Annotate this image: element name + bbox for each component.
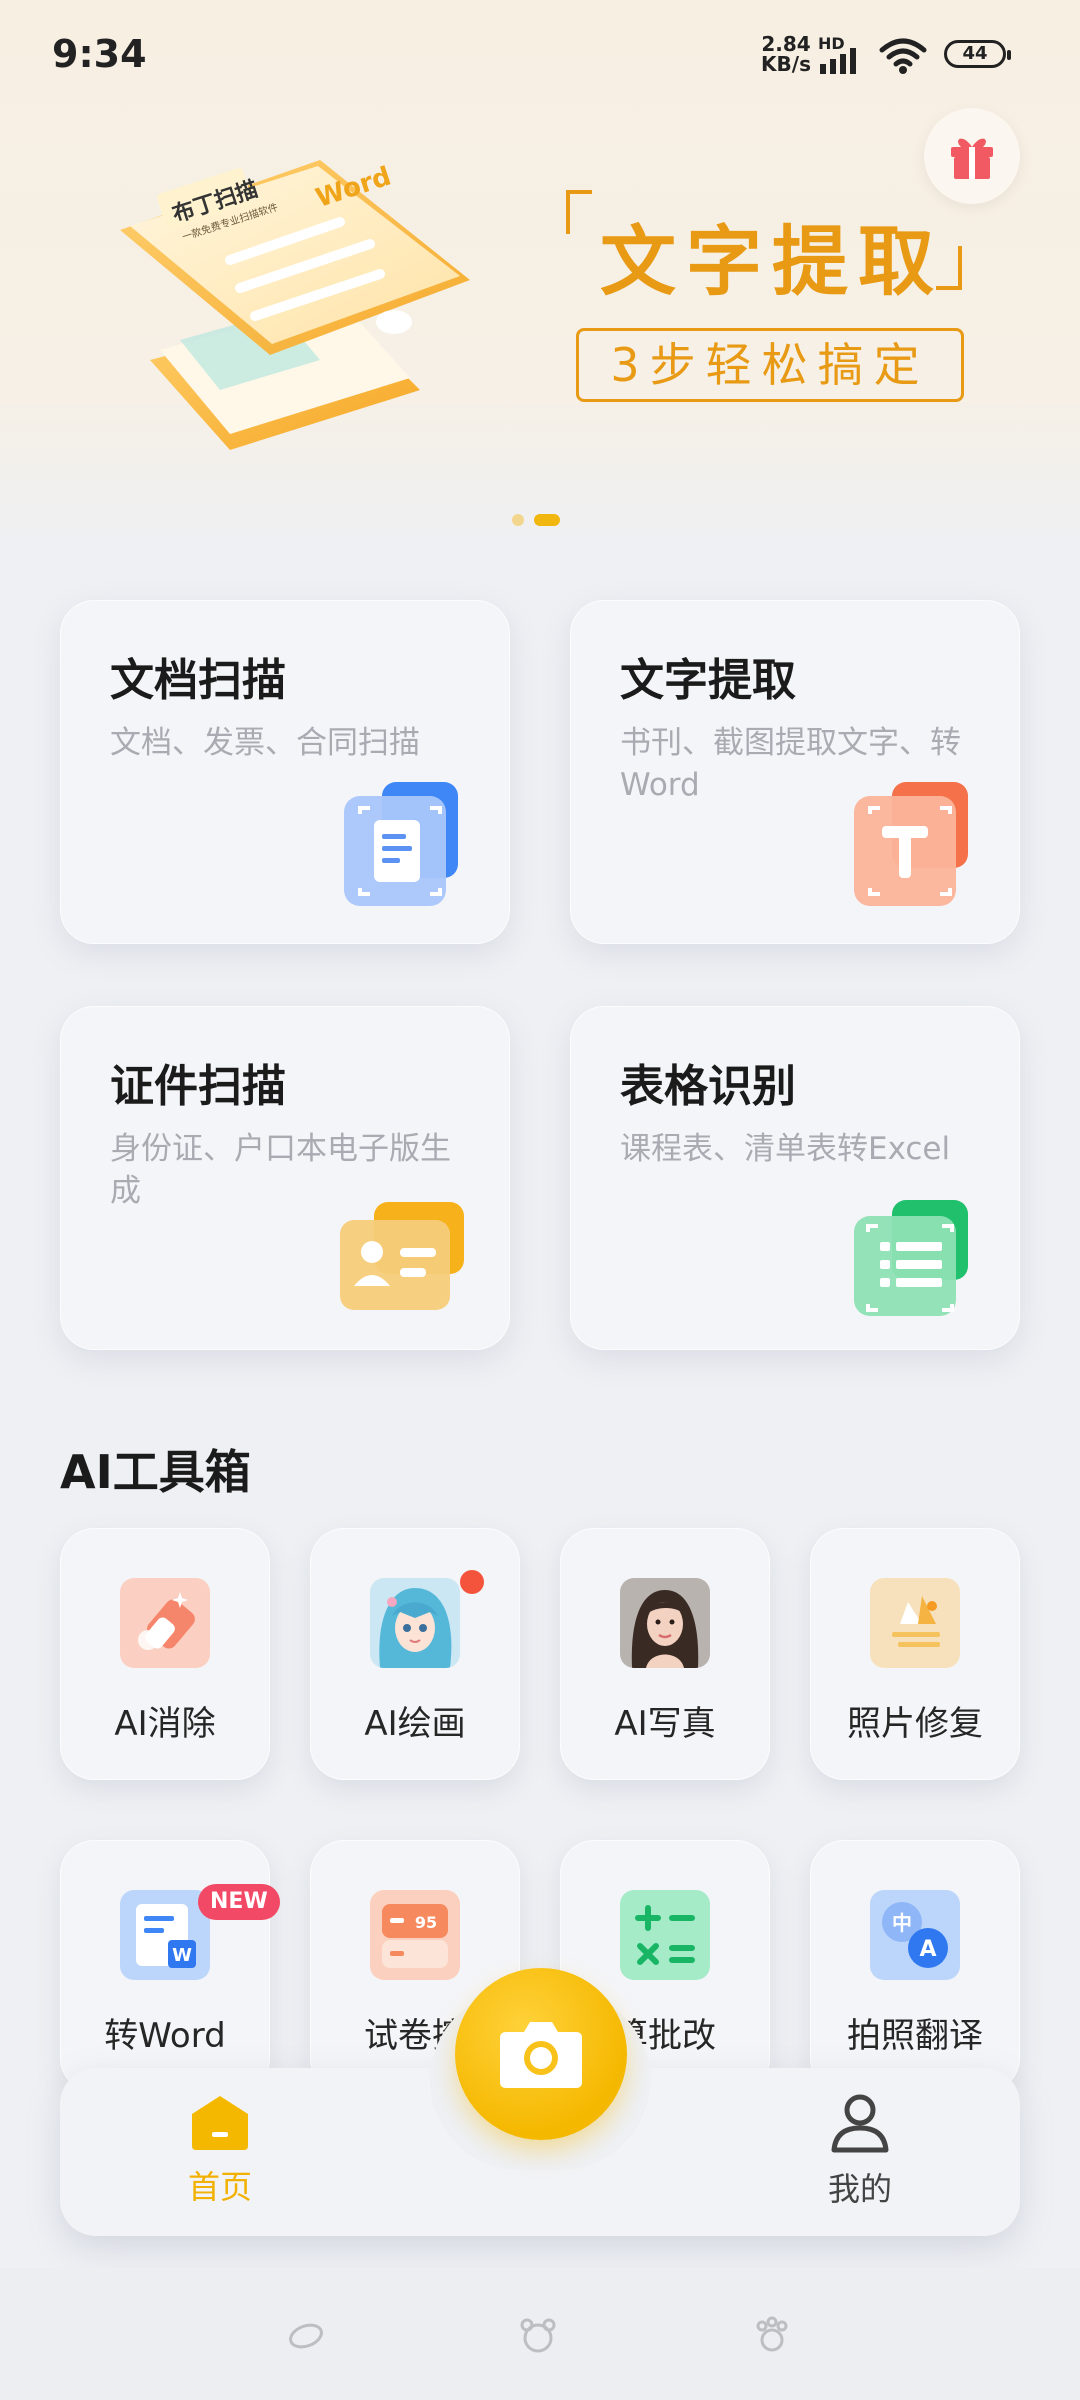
text-extract-icon [854, 782, 968, 906]
tool-label: 转Word [104, 2016, 226, 2056]
recents-gesture-icon[interactable] [752, 2316, 792, 2356]
banner-page-indicator [512, 514, 560, 526]
translate-icon: 中 A [870, 1890, 960, 1980]
back-gesture-icon[interactable] [286, 2316, 326, 2356]
title-bracket-right [936, 246, 962, 290]
nav-label-mine: 我的 [827, 2170, 892, 2208]
new-badge: NEW [198, 1884, 280, 1920]
id-card-icon [340, 1202, 464, 1310]
tool-ai-portrait[interactable]: AI写真 [560, 1528, 770, 1780]
svg-text:A: A [919, 1937, 936, 1962]
feature-card-text-extract[interactable]: 文字提取 书刊、截图提取文字、转Word [570, 600, 1020, 944]
nav-item-mine[interactable]: 我的 [780, 2092, 940, 2210]
anime-portrait-icon [370, 1578, 460, 1668]
portrait-photo-icon [620, 1578, 710, 1668]
tool-label: 照片修复 [847, 1704, 983, 1744]
card-title: 文字提取 [620, 655, 796, 706]
photo-restore-icon [870, 1578, 960, 1668]
feature-card-document-scan[interactable]: 文档扫描 文档、发票、合同扫描 [60, 600, 510, 944]
table-recognition-icon [854, 1200, 968, 1316]
gift-icon [951, 138, 993, 179]
battery-indicator: 44 [944, 40, 1011, 68]
word-icon: W [120, 1890, 210, 1980]
card-title: 表格识别 [620, 1061, 796, 1112]
status-time: 9:34 [52, 32, 147, 76]
feature-card-table-recognition[interactable]: 表格识别 课程表、清单表转Excel [570, 1006, 1020, 1350]
page-dot[interactable] [512, 514, 524, 526]
tool-photo-restore[interactable]: 照片修复 [810, 1528, 1020, 1780]
tool-label: AI消除 [114, 1704, 216, 1744]
title-bracket-left [566, 190, 592, 234]
document-scan-icon [344, 782, 458, 906]
card-title: 证件扫描 [110, 1061, 286, 1112]
svg-text:中: 中 [892, 1911, 912, 1935]
nav-label-home: 首页 [187, 2168, 252, 2206]
camera-button[interactable] [455, 1968, 627, 2140]
wifi-icon [879, 38, 927, 74]
svg-text:95: 95 [415, 1913, 437, 1932]
camera-icon [500, 2022, 582, 2088]
user-icon [831, 2094, 889, 2153]
gift-button[interactable] [924, 108, 1020, 204]
card-desc: 文档、发票、合同扫描 [110, 725, 420, 761]
tool-label: AI写真 [614, 1704, 716, 1744]
ai-toolbox-title: AI工具箱 [60, 1445, 251, 1499]
tool-ai-painting[interactable]: AI绘画 [310, 1528, 520, 1780]
tool-photo-translate[interactable]: 中 A 拍照翻译 [810, 1840, 1020, 2092]
banner-title: 文字提取 [600, 221, 944, 305]
tool-convert-word[interactable]: W NEW 转Word [60, 1840, 280, 2092]
home-gesture-icon[interactable] [518, 2316, 558, 2356]
banner-subtitle: 3步轻松搞定 [576, 328, 964, 402]
book-scan-illustration: 布丁扫描 一款免费专业扫描软件 Word [120, 160, 470, 450]
tool-label: AI绘画 [364, 1704, 466, 1744]
network-speed: 2.84 KB/s [761, 32, 811, 76]
math-check-icon [620, 1890, 710, 1980]
page-dot-active[interactable] [534, 514, 560, 526]
home-icon [192, 2096, 248, 2150]
eraser-icon [120, 1578, 210, 1668]
notification-dot [460, 1570, 484, 1594]
card-desc: 课程表、清单表转Excel [620, 1131, 951, 1167]
feature-card-id-scan[interactable]: 证件扫描 身份证、户口本电子版生成 [60, 1006, 510, 1350]
nav-item-home[interactable]: 首页 [140, 2092, 300, 2208]
svg-text:W: W [172, 1945, 192, 1966]
status-bar: 9:34 2.84 KB/s HD 44 [0, 0, 1080, 110]
signal-icon [820, 48, 856, 74]
card-title: 文档扫描 [110, 655, 286, 706]
tool-label: 拍照翻译 [847, 2016, 983, 2056]
tool-ai-erase[interactable]: AI消除 [60, 1528, 270, 1780]
exam-erase-icon: 95 [370, 1890, 460, 1980]
